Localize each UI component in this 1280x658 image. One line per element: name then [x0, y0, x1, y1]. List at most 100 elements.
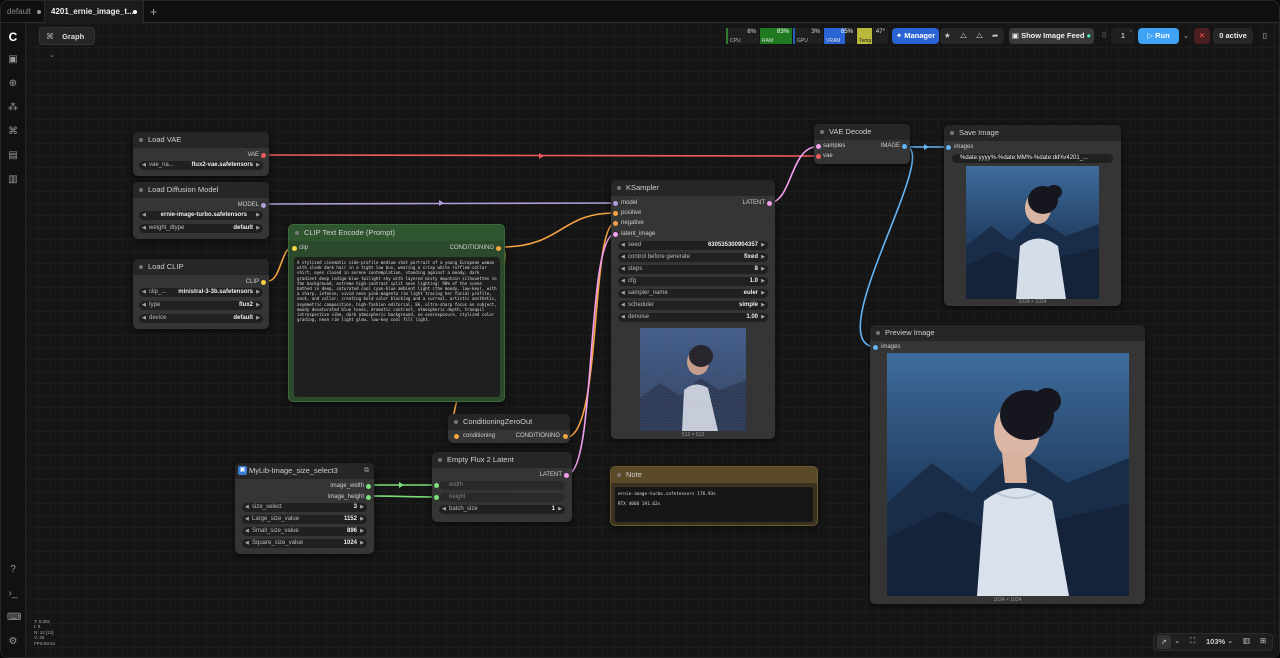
node-clip-text-encode[interactable]: CLIP Text Encode (Prompt) clip CONDITION…: [288, 224, 505, 402]
node-title[interactable]: Empty Flux 2 Latent: [432, 452, 572, 468]
node-title[interactable]: CLIP Text Encode (Prompt): [289, 225, 504, 241]
panel-toggle-icon[interactable]: ▯: [1257, 28, 1273, 44]
widget-sampler-name[interactable]: ◀ sampler_name euler ▶: [618, 289, 768, 298]
chevron-down-icon[interactable]: ⌄: [1174, 636, 1180, 645]
widget-device[interactable]: ◀ device default ▶: [139, 314, 263, 323]
settings-gear-icon[interactable]: ⚙: [7, 636, 19, 648]
output-port[interactable]: [902, 144, 907, 149]
node-empty-flux2-latent[interactable]: Empty Flux 2 Latent LATENT width height …: [432, 452, 572, 522]
widget-batch-size[interactable]: ◀ batch_size 1 ▶: [439, 505, 565, 514]
link-visibility-icon[interactable]: ⊞: [1260, 636, 1266, 645]
new-tab-button[interactable]: +: [144, 1, 162, 23]
input-port[interactable]: [292, 246, 297, 251]
node-save-image[interactable]: Save Image images %date:yyyy%-%date:MM%-…: [944, 125, 1121, 306]
tab-workflow[interactable]: 4201_ernie_image_t...: [44, 1, 144, 23]
node-load-vae[interactable]: Load VAE VAE ◀ vae_na... flux2-vae.safeten…: [133, 132, 269, 176]
widget-size-select[interactable]: ◀ size_select 3 ▶: [242, 503, 367, 512]
keyboard-icon[interactable]: ⌨: [7, 612, 21, 624]
input-port[interactable]: [816, 144, 821, 149]
run-button[interactable]: ▷ Run: [1138, 28, 1179, 44]
node-mylib-image-size-select[interactable]: ▣ MyLib-Image_size_select3 ⧉ image_width i…: [235, 463, 374, 554]
help-icon[interactable]: ?: [7, 564, 19, 576]
node-vae-decode[interactable]: VAE Decode samples vae IMAGE: [814, 124, 910, 164]
templates-icon[interactable]: ▤: [7, 150, 19, 162]
output-port[interactable]: [261, 280, 266, 285]
node-title[interactable]: Save Image: [944, 125, 1121, 141]
prompt-textarea[interactable]: A stylized cinematic side-profile medium…: [294, 257, 500, 397]
workflows-icon[interactable]: ⌘: [7, 126, 19, 138]
output-port[interactable]: [496, 246, 501, 251]
models-icon[interactable]: ⊕: [7, 78, 19, 90]
widget-vae-name[interactable]: ◀ vae_na... flux2-vae.safetensors ▶: [139, 161, 263, 170]
output-port[interactable]: [366, 484, 371, 489]
queue-count-input[interactable]: 1 ⌃: [1111, 28, 1135, 44]
input-port[interactable]: [873, 345, 878, 350]
node-conditioning-zero-out[interactable]: ConditioningZeroOut conditioning CONDITI…: [448, 414, 570, 443]
node-title[interactable]: KSampler: [611, 180, 775, 196]
node-load-clip[interactable]: Load CLIP CLIP ◀ clip_... ministral-3-3b.s…: [133, 259, 269, 329]
zoom-level[interactable]: 103%: [1206, 637, 1225, 646]
widget-small-size-value[interactable]: ◀ Small_size_value 896 ▶: [242, 527, 367, 536]
widget-width[interactable]: width: [439, 481, 565, 490]
input-port[interactable]: [613, 232, 618, 237]
node-note[interactable]: Note ernie-image-turbo.safetensors 176.9…: [610, 466, 818, 526]
input-port[interactable]: [613, 211, 618, 216]
node-title[interactable]: Note: [611, 467, 817, 483]
cancel-button[interactable]: ✕: [1194, 28, 1210, 44]
widget-clip-name[interactable]: ◀ clip_... ministral-3-3b.safetensors ▶: [139, 288, 263, 297]
manager-button[interactable]: ✦ Manager: [892, 28, 939, 44]
widget-large-size-value[interactable]: ◀ Large_size_value 1152 ▶: [242, 515, 367, 524]
show-image-feed-button[interactable]: ▣ Show Image Feed ●: [1009, 28, 1094, 44]
widget-square-size-value[interactable]: ◀ Square_size_value 1024 ▶: [242, 539, 367, 548]
widget-control-before-generate[interactable]: ◀ control before generate fixed ▶: [618, 253, 768, 262]
node-title[interactable]: ConditioningZeroOut: [448, 414, 570, 430]
minimap-icon[interactable]: ▥: [1243, 636, 1250, 645]
output-port[interactable]: [261, 203, 266, 208]
graph-view-button[interactable]: ⌘ Graph ⌄: [39, 27, 95, 59]
star-icon[interactable]: ★: [944, 28, 951, 44]
chevron-down-icon[interactable]: ⌄: [1227, 636, 1233, 645]
active-queue-button[interactable]: 0 active: [1213, 28, 1253, 44]
queue-icon[interactable]: ▥: [7, 174, 19, 186]
note-textarea[interactable]: ernie-image-turbo.safetensors 176.93s RT…: [615, 487, 813, 522]
output-port[interactable]: [261, 153, 266, 158]
node-load-diffusion-model[interactable]: Load Diffusion Model MODEL ◀ ernie-image-…: [133, 182, 269, 239]
model-icon[interactable]: ⧍: [960, 28, 967, 44]
widget-denoise[interactable]: ◀ denoise 1.00 ▶: [618, 313, 768, 322]
widget-seed[interactable]: ◀ seed 630535300904357 ▶: [618, 241, 768, 250]
output-port[interactable]: [563, 434, 568, 439]
terminal-icon[interactable]: ›_: [7, 588, 19, 600]
widget-steps[interactable]: ◀ steps 8 ▶: [618, 265, 768, 274]
share-icon[interactable]: ➦: [992, 28, 998, 44]
node-title[interactable]: Preview Image: [870, 325, 1145, 341]
widget-unet-name[interactable]: ◀ ernie-image-turbo.safetensors ▶: [139, 211, 263, 220]
output-port[interactable]: [366, 495, 371, 500]
stepper-icon[interactable]: ⌃: [1129, 25, 1133, 41]
node-title[interactable]: Load Diffusion Model: [133, 182, 269, 198]
comfy-logo-icon[interactable]: C: [7, 31, 19, 43]
node-title[interactable]: VAE Decode: [814, 124, 910, 140]
widget-scheduler[interactable]: ◀ scheduler simple ▶: [618, 301, 768, 310]
node-title[interactable]: Load CLIP: [133, 259, 269, 275]
widget-filename-prefix[interactable]: %date:yyyy%-%date:MM%-%date:dd%/4201_...: [952, 154, 1113, 163]
node-title[interactable]: Load VAE: [133, 132, 269, 148]
pointer-mode-icon[interactable]: ➚: [1157, 635, 1171, 649]
fit-view-icon[interactable]: ⛶: [1190, 636, 1195, 646]
input-port[interactable]: [613, 201, 618, 206]
input-port[interactable]: [816, 154, 821, 159]
input-port[interactable]: [946, 145, 951, 150]
output-port[interactable]: [564, 473, 569, 478]
node-ksampler[interactable]: KSampler model positive negative latent_…: [611, 180, 775, 439]
external-link-icon[interactable]: ⧉: [364, 463, 369, 479]
node-title[interactable]: ▣ MyLib-Image_size_select3 ⧉: [235, 463, 374, 479]
widget-cfg[interactable]: ◀ cfg 1.0 ▶: [618, 277, 768, 286]
widget-type[interactable]: ◀ type flux2 ▶: [139, 301, 263, 310]
output-port[interactable]: [767, 201, 772, 206]
tab-default[interactable]: default: [1, 1, 44, 23]
run-options-chevron-icon[interactable]: ⌄: [1180, 28, 1192, 44]
input-port[interactable]: [613, 221, 618, 226]
nodes-library-icon[interactable]: ⁂: [7, 102, 19, 114]
input-port[interactable]: [454, 434, 459, 439]
widget-height[interactable]: height: [439, 493, 565, 502]
drag-handle-icon[interactable]: ⠿: [1101, 28, 1109, 44]
